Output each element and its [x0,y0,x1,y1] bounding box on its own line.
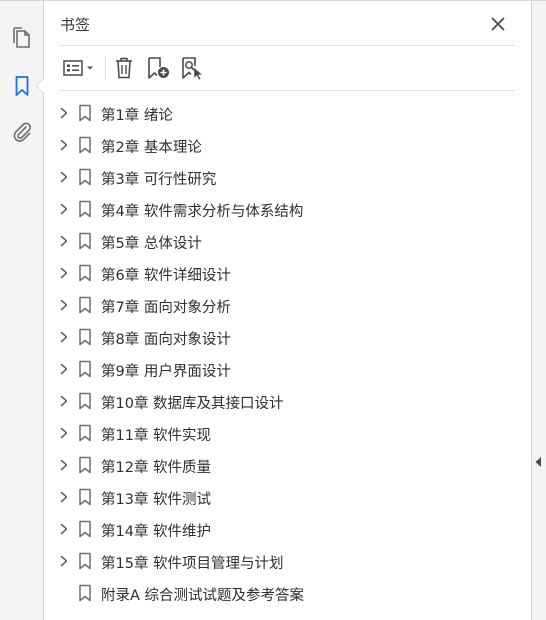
bookmark-icon [78,232,92,250]
bookmark-label: 第3章 可行性研究 [101,172,217,188]
bookmark-item[interactable]: 附录A 综合测试试题及参考答案 [44,577,524,609]
bookmark-item[interactable]: 第11章 软件实现 [44,417,524,449]
panel-splitter[interactable] [531,1,546,620]
bookmark-label: 第6章 软件详细设计 [101,268,231,284]
bookmark-icon [78,552,92,570]
bookmark-icon [78,104,92,122]
chevron-right-icon[interactable] [58,522,70,536]
chevron-right-icon[interactable] [58,490,70,504]
bookmark-label: 附录A 综合测试试题及参考答案 [101,588,305,604]
bookmark-item[interactable]: 第10章 数据库及其接口设计 [44,385,524,417]
bookmark-item[interactable]: 第8章 面向对象设计 [44,321,524,353]
bookmark-label: 第15章 软件项目管理与计划 [101,556,284,572]
chevron-right-icon[interactable] [58,138,70,152]
chevron-right-icon[interactable] [58,394,70,408]
bookmark-icon [78,584,92,602]
pages-icon[interactable] [7,23,37,53]
bookmark-item[interactable]: 第6章 软件详细设计 [44,257,524,289]
bookmark-label: 第13章 软件测试 [101,492,212,508]
bookmark-label: 第12章 软件质量 [101,460,212,476]
bookmark-list: 第1章 绪论第2章 基本理论 第3章 可行性研究第4章 软件需求分析与体系结构 第5… [44,97,524,609]
bookmark-label: 第14章 软件维护 [101,524,212,540]
bookmark-item[interactable]: 第14章 软件维护 [44,513,524,545]
bookmark-icon [78,456,92,474]
bookmark-item[interactable]: 第4章 软件需求分析与体系结构 [44,193,524,225]
chevron-right-icon[interactable] [58,362,70,376]
bookmark-item[interactable]: 第13章 软件测试 [44,481,524,513]
bookmark-icon [78,296,92,314]
chevron-right-icon[interactable] [58,458,70,472]
bookmark-icon [78,424,92,442]
bookmark-label: 第7章 面向对象分析 [101,300,231,316]
bookmark-item[interactable]: 第5章 总体设计 [44,225,524,257]
bookmark-icon [78,136,92,154]
bookmark-icon [78,168,92,186]
paperclip-icon[interactable] [7,117,37,147]
bookmark-icon [78,200,92,218]
header-divider [60,45,515,46]
panel-title: 书签 [60,16,91,34]
panel-header: 书签 [44,1,515,46]
chevron-right-icon[interactable] [58,426,70,440]
bookmarks-toolbar [60,52,515,84]
bookmark-item[interactable]: 第1章 绪论 [44,97,524,129]
bookmark-item[interactable]: 第15章 软件项目管理与计划 [44,545,524,577]
bookmark-label: 第8章 面向对象设计 [101,332,231,348]
new-bookmark-icon[interactable] [146,56,172,80]
bookmark-item[interactable]: 第9章 用户界面设计 [44,353,524,385]
bookmark-icon[interactable] [7,71,37,101]
chevron-right-icon[interactable] [58,554,70,568]
bookmark-icon [78,488,92,506]
bookmark-label: 第9章 用户界面设计 [101,364,231,380]
bookmark-item[interactable]: 第2章 基本理论 [44,129,524,161]
chevron-right-icon[interactable] [58,234,70,248]
chevron-right-icon[interactable] [58,106,70,120]
bookmark-icon [78,264,92,282]
toolbar-separator [105,56,106,80]
chevron-right-icon[interactable] [58,170,70,184]
list-options-icon[interactable] [60,56,98,80]
chevron-right-icon[interactable] [58,298,70,312]
chevron-right-icon[interactable] [58,266,70,280]
close-icon[interactable] [489,15,507,33]
chevron-right-icon[interactable] [58,202,70,216]
bookmarks-panel: 书签 第1章 绪论 第2章 基本理论 第3章 可行性研究 第4章 软件需求分析与… [44,1,531,620]
bookmark-label: 第2章 基本理论 [101,140,202,156]
bookmark-item[interactable]: 第7章 面向对象分析 [44,289,524,321]
bookmark-icon [78,520,92,538]
bookmark-label: 第4章 软件需求分析与体系结构 [101,204,304,220]
chevron-right-icon[interactable] [58,330,70,344]
bookmark-icon [78,360,92,378]
bookmarks-window: 书签 第1章 绪论 第2章 基本理论 第3章 可行性研究 第4章 软件需求分析与… [0,0,546,620]
bookmark-label: 第10章 数据库及其接口设计 [101,396,284,412]
bookmark-icon [78,328,92,346]
bookmark-label: 第11章 软件实现 [101,428,212,444]
collapse-panel-icon[interactable] [533,453,543,471]
find-bookmark-icon[interactable] [180,56,206,80]
bookmark-item[interactable]: 第12章 软件质量 [44,449,524,481]
trash-icon[interactable] [112,56,136,80]
bookmark-icon [78,392,92,410]
bookmark-label: 第1章 绪论 [101,108,173,124]
toolbar-divider [60,90,515,91]
bookmark-item[interactable]: 第3章 可行性研究 [44,161,524,193]
bookmark-label: 第5章 总体设计 [101,236,202,252]
